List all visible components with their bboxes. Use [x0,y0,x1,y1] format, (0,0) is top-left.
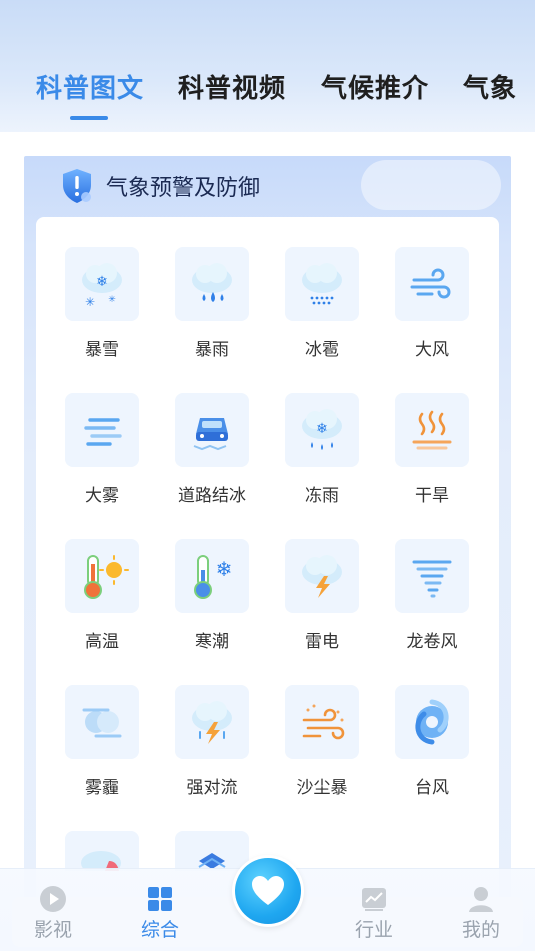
grid-item-label: 暴雨 [195,340,229,360]
tab-science-videos[interactable]: 科普视频 [178,68,286,105]
grid-item-label: 冰雹 [305,340,339,360]
chart-icon [362,888,386,911]
nav-label: 行业 [354,919,393,941]
svg-text:✳: ✳ [108,295,116,305]
grid-item-road-icing[interactable]: 道路结冰 [157,393,267,523]
svg-text:❄: ❄ [216,557,233,581]
tab-science-articles[interactable]: 科普图文 [36,68,144,105]
sandstorm-icon [285,685,359,759]
grid-item-sandstorm[interactable]: 沙尘暴 [267,685,377,815]
grid-item-partial[interactable] [65,831,139,871]
fab-inner [235,858,301,924]
svg-text:✳: ✳ [85,295,95,309]
heat-icon [65,539,139,613]
grid-item-label: 干旱 [415,486,449,506]
fog-icon [65,393,139,467]
grid-item-label: 大风 [415,340,449,360]
user-icon [469,887,493,912]
nav-label: 影视 [33,919,72,941]
nav-item-video[interactable]: 影视 [23,885,83,942]
tab-meteorology[interactable]: 气象 [463,68,517,105]
grid-item-severe-convection[interactable]: 强对流 [157,685,267,815]
center-fab-button[interactable] [232,855,304,927]
grid-item-label: 高温 [85,632,119,652]
snowstorm-icon: ❄ ✳ ✳ [65,247,139,321]
section-header: 气象预警及防御 [60,164,260,208]
nav-label: 我的 [461,919,500,941]
grid-item-label: 道路结冰 [178,486,246,506]
grid-item-tornado[interactable]: 龙卷风 [377,539,487,669]
grid-item-partial[interactable] [175,831,249,871]
warning-grid-card: ❄ ✳ ✳ 暴雪 暴雨 冰雹 大风 大雾 道路结冰 ❄ 冻雨 干旱 高温 ❄ 寒… [36,217,499,917]
nav-item-general[interactable]: 综合 [130,885,190,942]
grid-item-haze[interactable]: 雾霾 [47,685,157,815]
heart-icon [252,876,284,905]
rainstorm-icon [175,247,249,321]
grid-item-label: 暴雪 [85,340,119,360]
grid-item-label: 强对流 [186,778,238,798]
cloud-decoration [361,160,501,210]
road-icing-icon [175,393,249,467]
grid-item-hail[interactable]: 冰雹 [267,247,377,377]
grid-item-freezing-rain[interactable]: ❄ 冻雨 [267,393,377,523]
tornado-icon [395,539,469,613]
grid-item-drought[interactable]: 干旱 [377,393,487,523]
grid-item-label: 沙尘暴 [296,778,348,798]
grid-item-label: 龙卷风 [406,632,458,652]
grid-item-label: 雷电 [305,632,339,652]
play-icon [40,886,66,912]
section-title: 气象预警及防御 [106,176,261,201]
grid-item-label: 雾霾 [85,778,119,798]
nav-item-mine[interactable]: 我的 [451,885,511,942]
thunder-icon [285,539,359,613]
typhoon-icon [395,685,469,759]
grid-icon [148,887,172,911]
shield-alert-icon [63,169,91,203]
grid-item-heat[interactable]: 高温 [47,539,157,669]
tab-climate-recommend[interactable]: 气候推介 [321,68,429,105]
severe-convection-icon [175,685,249,759]
grid-item-fog[interactable]: 大雾 [47,393,157,523]
svg-text:❄: ❄ [96,274,108,290]
hail-icon [285,247,359,321]
grid-item-label: 冻雨 [305,486,339,506]
grid-item-typhoon[interactable]: 台风 [377,685,487,815]
svg-text:❄: ❄ [316,421,328,437]
grid-item-label: 台风 [415,778,449,798]
freezing-rain-icon: ❄ [285,393,359,467]
grid-item-rainstorm[interactable]: 暴雨 [157,247,267,377]
grid-item-thunder[interactable]: 雷电 [267,539,377,669]
nav-label: 综合 [140,919,179,941]
haze-icon [65,685,139,759]
grid-item-cold-wave[interactable]: ❄ 寒潮 [157,539,267,669]
drought-icon [395,393,469,467]
grid-item-snowstorm[interactable]: ❄ ✳ ✳ 暴雪 [47,247,157,377]
grid-item-label: 寒潮 [195,632,229,652]
cold-wave-icon: ❄ [175,539,249,613]
active-tab-indicator [70,116,108,120]
grid-item-gale[interactable]: 大风 [377,247,487,377]
gale-icon [395,247,469,321]
nav-item-industry[interactable]: 行业 [344,885,404,942]
grid-item-label: 大雾 [85,486,119,506]
